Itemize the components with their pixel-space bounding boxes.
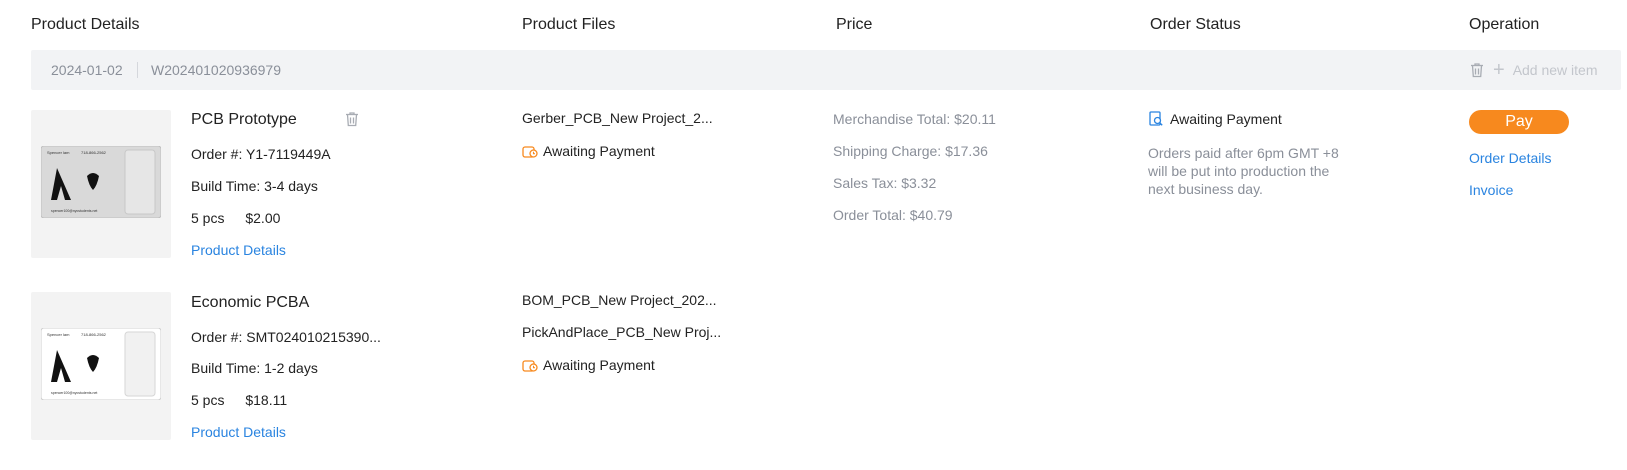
file-status: Awaiting Payment bbox=[522, 143, 655, 159]
order-number: Order #: SMT024010215390... bbox=[191, 329, 381, 345]
pcb-preview-image: Spencer lam 718-866-2562 spencer100@nycs… bbox=[41, 328, 161, 400]
trash-icon[interactable] bbox=[343, 110, 361, 128]
wallet-clock-icon bbox=[522, 145, 538, 158]
svg-text:spencer100@nycstudents.net: spencer100@nycstudents.net bbox=[51, 391, 97, 395]
quantity: 5 pcs bbox=[191, 392, 225, 408]
order-number-value: SMT024010215390... bbox=[246, 329, 381, 345]
order-number-label: Order #: bbox=[191, 146, 243, 162]
quantity-price: 5 pcs $18.11 bbox=[191, 392, 287, 408]
sales-tax: Sales Tax: $3.32 bbox=[833, 175, 937, 191]
product-thumbnail[interactable]: Spencer lam 718-866-2562 spencer100@nycs… bbox=[31, 110, 171, 258]
product-file-link[interactable]: BOM_PCB_New Project_202... bbox=[522, 292, 717, 308]
product-name: Economic PCBA bbox=[191, 294, 310, 311]
quantity: 5 pcs bbox=[191, 210, 225, 226]
divider bbox=[137, 62, 138, 78]
file-status-label: Awaiting Payment bbox=[543, 143, 655, 159]
order-status: Awaiting Payment bbox=[1148, 111, 1282, 127]
document-search-icon bbox=[1149, 111, 1163, 126]
header-price: Price bbox=[836, 16, 873, 33]
product-details-link[interactable]: Product Details bbox=[191, 242, 286, 258]
invoice-link[interactable]: Invoice bbox=[1469, 182, 1513, 198]
order-id: W202401020936979 bbox=[151, 62, 282, 78]
order-date: 2024-01-02 bbox=[51, 62, 123, 78]
svg-text:Spencer lam: Spencer lam bbox=[47, 150, 70, 155]
product-details-link[interactable]: Product Details bbox=[191, 424, 286, 440]
product-file-link[interactable]: Gerber_PCB_New Project_2... bbox=[522, 110, 713, 126]
order-group-bar: 2024-01-02 W202401020936979 + Add new it… bbox=[31, 50, 1621, 90]
svg-text:718-866-2562: 718-866-2562 bbox=[81, 332, 107, 337]
svg-text:718-866-2562: 718-866-2562 bbox=[81, 150, 107, 155]
merchandise-total: Merchandise Total: $20.11 bbox=[833, 111, 996, 127]
header-product-details: Product Details bbox=[31, 16, 140, 33]
add-new-item-label: Add new item bbox=[1512, 62, 1598, 78]
order-status-note: Orders paid after 6pm GMT +8 will be put… bbox=[1148, 145, 1339, 197]
product-thumbnail[interactable]: Spencer lam 718-866-2562 spencer100@nycs… bbox=[31, 292, 171, 440]
order-total: Order Total: $40.79 bbox=[833, 207, 953, 223]
order-status-label: Awaiting Payment bbox=[1170, 111, 1282, 127]
header-order-status: Order Status bbox=[1150, 16, 1241, 33]
header-product-files: Product Files bbox=[522, 16, 616, 33]
pay-button[interactable]: Pay bbox=[1469, 110, 1569, 134]
header-operation: Operation bbox=[1469, 16, 1540, 33]
quantity-price: 5 pcs $2.00 bbox=[191, 210, 280, 226]
order-number-value: Y1-7119449A bbox=[246, 146, 331, 162]
file-status: Awaiting Payment bbox=[522, 357, 655, 373]
add-new-item-button[interactable]: + Add new item bbox=[1493, 59, 1598, 81]
plus-icon: + bbox=[1493, 59, 1505, 81]
svg-text:Spencer lam: Spencer lam bbox=[47, 332, 70, 337]
build-time: Build Time: 3-4 days bbox=[191, 178, 318, 194]
product-file-link[interactable]: PickAndPlace_PCB_New Proj... bbox=[522, 324, 721, 340]
trash-icon[interactable] bbox=[1468, 61, 1486, 79]
order-number-label: Order #: bbox=[191, 329, 243, 345]
shipping-charge: Shipping Charge: $17.36 bbox=[833, 143, 988, 159]
file-status-label: Awaiting Payment bbox=[543, 357, 655, 373]
svg-text:spencer100@nycstudents.net: spencer100@nycstudents.net bbox=[51, 209, 97, 213]
order-number: Order #: Y1-7119449A bbox=[191, 146, 331, 162]
build-time: Build Time: 1-2 days bbox=[191, 360, 318, 376]
pcb-preview-image: Spencer lam 718-866-2562 spencer100@nycs… bbox=[41, 146, 161, 218]
wallet-clock-icon bbox=[522, 359, 538, 372]
unit-price: $2.00 bbox=[245, 210, 281, 226]
product-name: PCB Prototype bbox=[191, 111, 297, 128]
unit-price: $18.11 bbox=[245, 392, 288, 408]
order-details-link[interactable]: Order Details bbox=[1469, 150, 1551, 166]
